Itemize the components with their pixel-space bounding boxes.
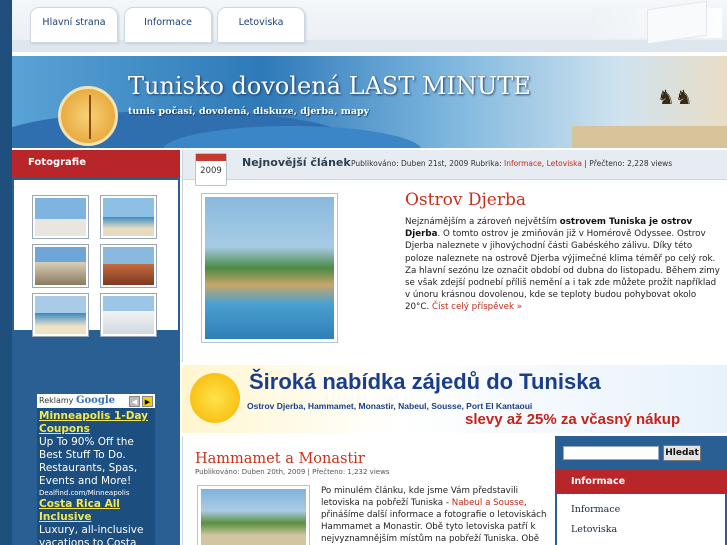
photo-thumbnail[interactable] <box>100 244 157 288</box>
nav-strip <box>12 40 727 52</box>
banner-sand <box>572 126 727 148</box>
page: Hlavní strana Informace Letoviska Tunisk… <box>12 0 727 545</box>
ad-header: Reklamy Google ◀ ▶ <box>37 394 155 408</box>
read-more-link[interactable]: Číst celý příspěvek » <box>432 302 522 312</box>
search-button[interactable]: Hledat <box>663 445 701 461</box>
featured-heading: Nejnovější článek <box>242 156 351 169</box>
article-meta: Publikováno: Duben 20th, 2009 | Přečteno… <box>195 468 390 476</box>
calendar-year: 2009 <box>200 166 222 176</box>
site-subtitle: tunis počasí, dovolená, diskuze, djerba,… <box>128 106 370 117</box>
photo-thumbnail[interactable] <box>32 244 89 288</box>
photos-heading: Fotografie <box>12 150 180 178</box>
ad-text: Luxury, all-inclusive vacations to Costa <box>39 524 144 545</box>
featured-header: 2009 Nejnovější článek Publikováno: Dube… <box>183 150 727 186</box>
article-title[interactable]: Hammamet a Monastir <box>195 451 365 467</box>
photo-thumbnail[interactable] <box>32 195 89 239</box>
featured-article: 2009 Nejnovější článek Publikováno: Dube… <box>182 150 727 362</box>
promo-places: Ostrov Djerba, Hammamet, Monastir, Nabeu… <box>247 401 533 411</box>
ad-link[interactable]: Minneapolis 1-Day Coupons <box>39 410 153 436</box>
article-title[interactable]: Ostrov Djerba <box>405 190 526 210</box>
search-input[interactable] <box>563 446 659 460</box>
google-logo: Google <box>75 395 115 406</box>
right-sidebar: Hledat Informace Informace Letoviska <box>555 436 727 545</box>
site-title[interactable]: Tunisko dovolená LAST MINUTE <box>128 72 531 100</box>
rubric-link-informace[interactable]: Informace <box>504 159 542 168</box>
top-navigation: Hlavní strana Informace Letoviska <box>12 0 727 52</box>
tab-letoviska[interactable]: Letoviska <box>217 7 305 43</box>
ad-block: Minneapolis 1-Day Coupons Up To 90% Off … <box>37 408 155 545</box>
ad-next-arrow-icon[interactable]: ▶ <box>142 396 153 407</box>
ad-url[interactable]: Dealfind.com/Minneapolis <box>39 488 153 498</box>
rubric-link-letoviska[interactable]: Letoviska <box>547 159 582 168</box>
article-card: Hammamet a Monastir Publikováno: Duben 2… <box>182 436 555 545</box>
photo-thumbnail[interactable] <box>100 195 157 239</box>
sun-icon <box>190 373 240 423</box>
article-text: Po minulém článku, kde jsme Vám představ… <box>321 486 547 545</box>
ad-label: Reklamy <box>39 396 74 405</box>
category-item[interactable]: Letoviska <box>571 524 617 535</box>
tab-informace[interactable]: Informace <box>124 7 212 43</box>
ad-prev-arrow-icon[interactable]: ◀ <box>129 396 140 407</box>
article-image[interactable] <box>197 485 310 545</box>
featured-image[interactable] <box>201 193 338 343</box>
calendar-icon: 2009 <box>195 153 227 186</box>
promo-headline: Široká nabídka zájedů do Tuniska <box>249 369 601 394</box>
featured-meta: Publikováno: Duben 21st, 2009 Rubrika: I… <box>351 159 673 168</box>
compass-icon <box>58 86 118 146</box>
tab-home[interactable]: Hlavní strana <box>30 7 118 43</box>
photo-thumbnail[interactable] <box>100 293 157 337</box>
article-text: Nejznámějším a zároveň největším ostrove… <box>405 217 720 313</box>
promo-discount: slevy až 25% za včasný nákup <box>465 411 681 428</box>
category-list: Informace Letoviska <box>557 494 725 545</box>
photo-thumbnail[interactable] <box>32 293 89 337</box>
ad-link[interactable]: Costa Rica All Inclusive <box>39 498 153 524</box>
ad-text: Up To 90% Off the Best Stuff To Do. Rest… <box>39 436 138 487</box>
category-item[interactable]: Informace <box>571 504 620 515</box>
article-link[interactable]: Nabeul a Sousse <box>452 498 524 508</box>
camel-icon: ♞♞ <box>657 85 693 109</box>
photo-gallery <box>14 180 178 337</box>
informace-heading: Informace <box>555 470 727 494</box>
header-banner: Tunisko dovolená LAST MINUTE tunis počas… <box>12 56 727 148</box>
promo-banner[interactable]: Široká nabídka zájedů do Tuniska Ostrov … <box>182 365 727 433</box>
